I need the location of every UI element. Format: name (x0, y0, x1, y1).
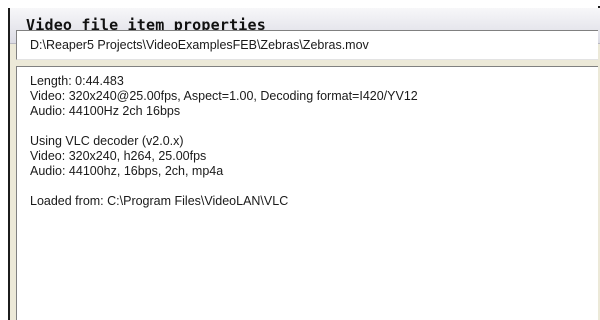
length-line: Length: 0:44.483 (30, 74, 124, 88)
loaded-from-line: Loaded from: C:\Program Files\VideoLAN\V… (30, 194, 289, 208)
video-format-line: Video: 320x240@25.00fps, Aspect=1.00, De… (30, 89, 418, 103)
media-info-content: Length: 0:44.483 Video: 320x240@25.00fps… (30, 74, 418, 209)
decoder-line: Using VLC decoder (v2.0.x) (30, 134, 184, 148)
decoder-audio-line: Audio: 44100hz, 16bps, 2ch, mp4a (30, 164, 224, 178)
decoder-video-line: Video: 320x240, h264, 25.00fps (30, 149, 207, 163)
media-info-textbox[interactable]: Length: 0:44.483 Video: 320x240@25.00fps… (16, 66, 598, 320)
file-path-text: D:\Reaper5 Projects\VideoExamplesFEB\Zeb… (30, 38, 369, 52)
audio-format-line: Audio: 44100Hz 2ch 16bps (30, 104, 181, 118)
window: Video file item properties D:\Reaper5 Pr… (0, 0, 600, 320)
file-path-field[interactable]: D:\Reaper5 Projects\VideoExamplesFEB\Zeb… (16, 30, 598, 60)
